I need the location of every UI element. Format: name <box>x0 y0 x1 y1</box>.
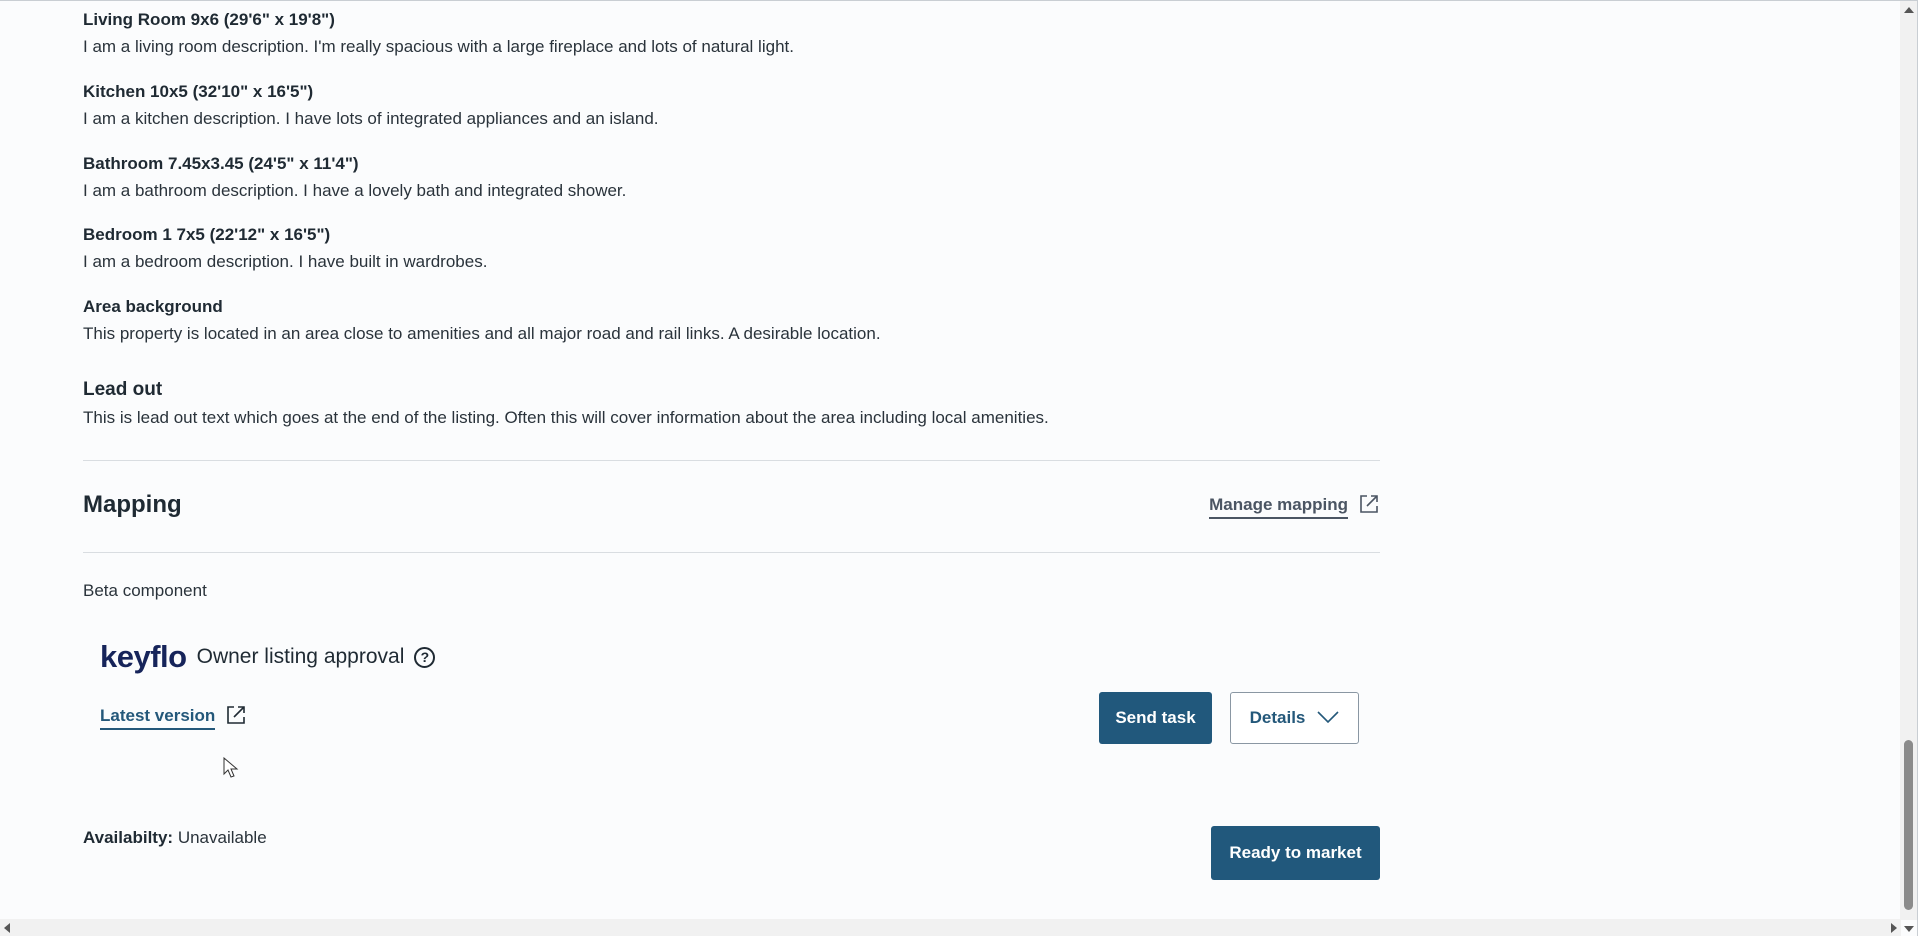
scroll-up-icon[interactable] <box>1904 7 1914 13</box>
lead-out-title: Lead out <box>83 379 163 400</box>
area-background-title: Area background <box>83 297 223 316</box>
room-living: Living Room 9x6 (29'6" x 19'8") I am a l… <box>83 9 794 58</box>
area-background-description: This property is located in an area clos… <box>83 324 881 343</box>
scrollbar-thumb[interactable] <box>1904 740 1913 910</box>
room-bedroom: Bedroom 1 7x5 (22'12" x 16'5") I am a be… <box>83 224 487 273</box>
room-title: Kitchen 10x5 (32'10" x 16'5") <box>83 82 314 101</box>
scroll-left-icon[interactable] <box>4 923 10 933</box>
mouse-pointer-icon <box>223 756 239 784</box>
lead-out: Lead out This is lead out text which goe… <box>83 378 1049 429</box>
owner-listing-approval-label: Owner listing approval <box>196 645 405 668</box>
beta-component-label: Beta component <box>83 581 207 600</box>
keyflo-header: keyflo Owner listing approval ? <box>100 639 436 675</box>
scroll-down-icon[interactable] <box>1904 926 1914 932</box>
keyflo-logo: keyflo <box>100 639 187 674</box>
divider <box>83 460 1380 461</box>
mapping-title: Mapping <box>83 491 182 518</box>
scroll-right-icon[interactable] <box>1891 923 1897 933</box>
room-description: I am a kitchen description. I have lots … <box>83 109 659 128</box>
ready-to-market-button[interactable]: Ready to market <box>1211 826 1380 880</box>
room-kitchen: Kitchen 10x5 (32'10" x 16'5") I am a kit… <box>83 81 659 130</box>
divider <box>83 552 1380 553</box>
manage-mapping-link[interactable]: Manage mapping <box>1209 493 1380 520</box>
room-title: Bathroom 7.45x3.45 (24'5" x 11'4") <box>83 154 359 173</box>
room-description: I am a bathroom description. I have a lo… <box>83 181 627 200</box>
room-title: Bedroom 1 7x5 (22'12" x 16'5") <box>83 225 331 244</box>
availability-value: Unavailable <box>177 828 267 847</box>
latest-version-link[interactable]: Latest version <box>100 704 247 731</box>
chevron-down-icon <box>1317 708 1339 728</box>
help-glyph: ? <box>420 649 430 665</box>
room-title: Living Room 9x6 (29'6" x 19'8") <box>83 10 335 29</box>
manage-mapping-label: Manage mapping <box>1209 495 1348 519</box>
details-label: Details <box>1249 708 1306 727</box>
vertical-scrollbar[interactable] <box>1900 1 1917 932</box>
details-button[interactable]: Details <box>1230 692 1359 744</box>
lead-out-description: This is lead out text which goes at the … <box>83 408 1049 427</box>
room-description: I am a living room description. I'm real… <box>83 37 794 56</box>
send-task-button[interactable]: Send task <box>1099 692 1212 744</box>
latest-version-label: Latest version <box>100 706 216 730</box>
page-frame: Living Room 9x6 (29'6" x 19'8") I am a l… <box>0 0 1918 936</box>
availability-label: Availabilty: <box>83 828 174 847</box>
external-link-icon <box>1358 493 1380 520</box>
horizontal-scrollbar[interactable] <box>0 919 1901 936</box>
help-circle-icon[interactable]: ? <box>414 646 436 668</box>
availability: Availabilty: Unavailable <box>83 828 267 848</box>
external-link-icon <box>225 704 247 731</box>
room-description: I am a bedroom description. I have built… <box>83 252 488 271</box>
room-bathroom: Bathroom 7.45x3.45 (24'5" x 11'4") I am … <box>83 153 626 202</box>
area-background: Area background This property is located… <box>83 296 881 345</box>
